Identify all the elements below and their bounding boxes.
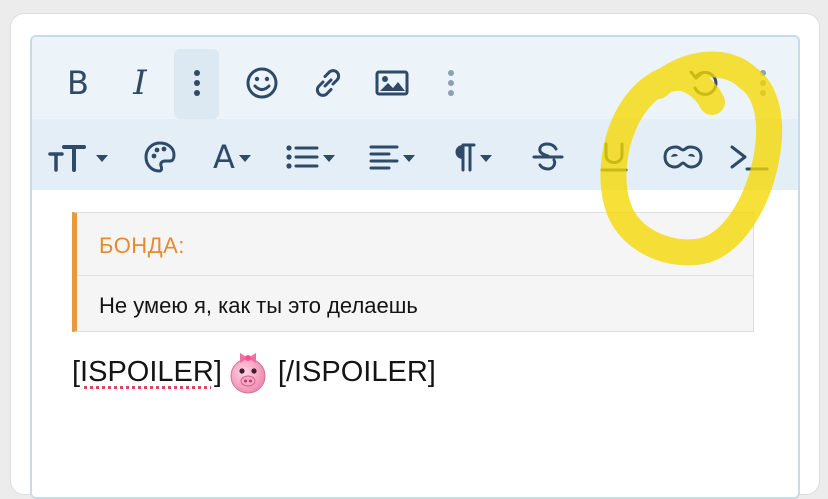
more-vertical-icon xyxy=(448,70,454,96)
text-style-button[interactable] xyxy=(140,137,180,177)
list-icon xyxy=(286,145,319,169)
chevron-down-icon xyxy=(96,154,108,162)
align-button[interactable] xyxy=(360,137,424,177)
more-options-button[interactable] xyxy=(182,63,212,103)
italic-icon: I xyxy=(133,63,147,103)
more-insert-button[interactable] xyxy=(436,63,466,103)
quote-text: Не умею я, как ты это делаешь xyxy=(99,293,418,318)
chevron-down-icon xyxy=(480,154,492,162)
quote-block: БОНДА: Не умею я, как ты это делаешь xyxy=(72,212,754,332)
pig-smiley-icon xyxy=(230,353,266,394)
underline-button[interactable] xyxy=(594,137,634,177)
editor-content[interactable]: БОНДА: Не умею я, как ты это делаешь [IS… xyxy=(32,190,798,497)
image-icon xyxy=(375,70,409,96)
code-button[interactable] xyxy=(726,137,772,177)
text-color-button[interactable]: A xyxy=(202,137,262,177)
chevron-down-icon xyxy=(403,154,415,162)
bold-icon: B xyxy=(67,64,89,102)
editor-toolbar: B I A xyxy=(32,37,798,190)
quote-author: БОНДА: xyxy=(99,233,185,258)
spoiler-mask-icon xyxy=(663,145,703,169)
terminal-icon xyxy=(730,145,769,171)
strikethrough-button[interactable] xyxy=(528,137,568,177)
message-body: [ISPOILER] [/ISPOILER] xyxy=(72,350,436,394)
italic-button[interactable]: I xyxy=(120,63,160,103)
font-size-icon xyxy=(48,145,86,172)
emoji-button[interactable] xyxy=(242,63,282,103)
align-left-icon xyxy=(369,145,399,170)
link-icon xyxy=(315,69,341,97)
strikethrough-icon xyxy=(532,142,564,171)
list-button[interactable] xyxy=(278,137,342,177)
ispoiler-open-tag: [ISPOILER] xyxy=(72,355,222,388)
underline-icon xyxy=(600,142,628,172)
palette-icon xyxy=(144,141,176,173)
smiley-icon xyxy=(246,67,278,99)
more-vertical-icon xyxy=(194,70,200,96)
spoiler-button[interactable] xyxy=(658,137,708,177)
rich-text-editor[interactable]: B I A БОНДА: Не умею я, как ты это делае… xyxy=(30,35,800,499)
undo-button[interactable] xyxy=(684,63,724,103)
more-history-button[interactable] xyxy=(748,63,778,103)
paragraph-icon xyxy=(455,143,476,172)
bold-button[interactable]: B xyxy=(58,63,98,103)
image-button[interactable] xyxy=(372,63,412,103)
link-button[interactable] xyxy=(308,63,348,103)
font-size-button[interactable] xyxy=(46,137,110,177)
quote-divider xyxy=(77,275,753,276)
ispoiler-close-tag: [/ISPOILER] xyxy=(277,355,436,388)
text-color-icon: A xyxy=(213,138,235,176)
chevron-down-icon xyxy=(238,154,251,162)
more-vertical-icon xyxy=(760,70,766,96)
paragraph-button[interactable] xyxy=(442,137,500,177)
chevron-down-icon xyxy=(323,154,335,162)
undo-icon xyxy=(689,70,718,96)
